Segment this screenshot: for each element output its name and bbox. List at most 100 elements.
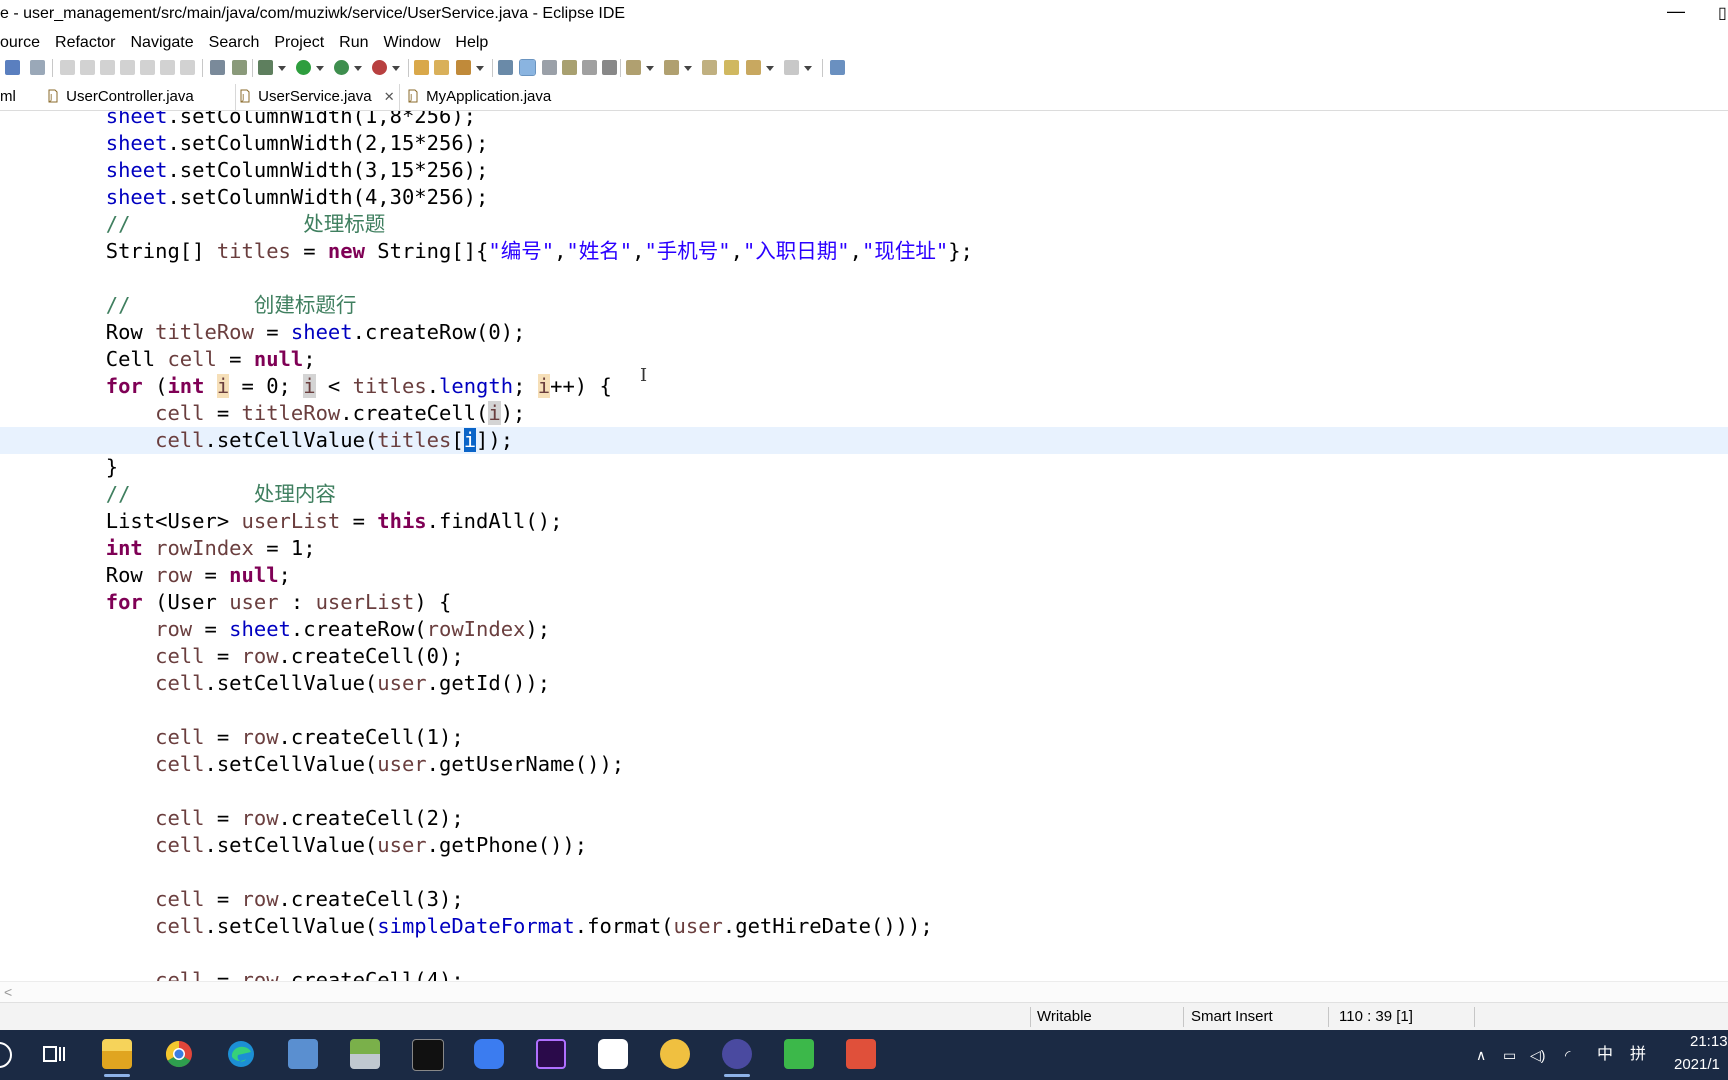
menu-source[interactable]: ource xyxy=(0,34,40,52)
code-line[interactable]: cell = row.createCell(4); xyxy=(0,967,1728,981)
resume-icon[interactable] xyxy=(60,60,75,75)
code-line[interactable]: Row titleRow = sheet.createRow(0); xyxy=(0,319,1728,346)
show-whitespace-icon[interactable] xyxy=(562,60,577,75)
premiere-icon[interactable] xyxy=(536,1039,566,1069)
scroll-left-icon[interactable]: < xyxy=(4,982,12,1002)
back-arrow-icon[interactable] xyxy=(746,60,761,75)
code-line[interactable] xyxy=(0,697,1728,724)
back-dropdown-icon[interactable] xyxy=(766,64,774,72)
menu-navigate[interactable]: Navigate xyxy=(131,34,194,52)
disconnect-icon[interactable] xyxy=(120,60,135,75)
task-view-icon[interactable] xyxy=(40,1039,70,1069)
code-line[interactable]: Row row = null; xyxy=(0,562,1728,589)
toggle-word-wrap-icon[interactable] xyxy=(582,60,597,75)
ime-mode[interactable]: 拼 xyxy=(1630,1030,1646,1080)
code-line-current[interactable]: cell.setCellValue(titles[i]); xyxy=(0,427,1728,454)
yellow-app-icon[interactable] xyxy=(660,1039,690,1069)
search-tool-icon[interactable] xyxy=(456,60,471,75)
suspend-icon[interactable] xyxy=(80,60,95,75)
code-line[interactable]: String[] titles = new String[]{"编号","姓名"… xyxy=(0,238,1728,265)
code-line[interactable] xyxy=(0,940,1728,967)
tab-ml[interactable]: ml xyxy=(0,84,16,110)
tab-my-application[interactable]: J MyApplication.java xyxy=(408,84,551,110)
run-icon[interactable] xyxy=(296,60,311,75)
terminal-icon[interactable] xyxy=(412,1039,444,1071)
code-line[interactable]: cell = titleRow.createCell(i); xyxy=(0,400,1728,427)
code-line[interactable]: cell = row.createCell(2); xyxy=(0,805,1728,832)
code-editor[interactable]: sheet.setColumnWidth(1,8*256); sheet.set… xyxy=(0,111,1728,981)
new-java-project-icon[interactable] xyxy=(414,60,429,75)
code-line[interactable] xyxy=(0,859,1728,886)
code-line[interactable]: // 处理内容 xyxy=(0,481,1728,508)
menu-window[interactable]: Window xyxy=(384,34,441,52)
code-line[interactable]: sheet.setColumnWidth(4,30*256); xyxy=(0,184,1728,211)
forward-dropdown-icon[interactable] xyxy=(804,64,812,72)
run-dropdown-icon[interactable] xyxy=(316,64,324,72)
run-server-dropdown-icon[interactable] xyxy=(354,64,362,72)
code-line[interactable]: cell.setCellValue(user.getUserName()); xyxy=(0,751,1728,778)
windows-start-icon[interactable] xyxy=(0,1042,12,1068)
external-tools-icon[interactable] xyxy=(372,60,387,75)
external-tools-dropdown-icon[interactable] xyxy=(392,64,400,72)
notes-app-icon[interactable] xyxy=(350,1039,380,1069)
code-line[interactable]: // 处理标题 xyxy=(0,211,1728,238)
ime-language[interactable]: 中 xyxy=(1597,1030,1613,1080)
step-into-icon[interactable] xyxy=(140,60,155,75)
code-line[interactable]: cell = row.createCell(0); xyxy=(0,643,1728,670)
feishu-icon[interactable] xyxy=(474,1039,504,1069)
terminate-icon[interactable] xyxy=(100,60,115,75)
paragraph-icon[interactable] xyxy=(602,60,617,75)
code-line[interactable]: for (int i = 0; i < titles.length; i++) … xyxy=(0,373,1728,400)
control-panel-icon[interactable] xyxy=(288,1039,318,1069)
code-line[interactable] xyxy=(0,265,1728,292)
clock-time[interactable]: 21:13 xyxy=(1690,1033,1728,1050)
toggle-block-selection-icon[interactable] xyxy=(542,60,557,75)
menu-refactor[interactable]: Refactor xyxy=(55,34,115,52)
back-icon[interactable] xyxy=(724,60,739,75)
debug-dropdown-icon[interactable] xyxy=(278,64,286,72)
eclipse-icon[interactable] xyxy=(722,1039,752,1077)
code-line[interactable]: sheet.setColumnWidth(2,15*256); xyxy=(0,130,1728,157)
code-line[interactable]: int rowIndex = 1; xyxy=(0,535,1728,562)
wifi-icon[interactable]: ◜ xyxy=(1565,1030,1570,1080)
menu-search[interactable]: Search xyxy=(209,34,260,52)
search-dropdown-icon[interactable] xyxy=(476,64,484,72)
forward-arrow-icon[interactable] xyxy=(784,60,799,75)
code-line[interactable] xyxy=(0,778,1728,805)
toggle-highlight-icon[interactable] xyxy=(519,59,536,76)
tab-user-controller[interactable]: J UserController.java xyxy=(48,84,194,110)
run-server-icon[interactable] xyxy=(334,60,349,75)
open-type-icon[interactable] xyxy=(434,60,449,75)
code-line[interactable]: cell = row.createCell(3); xyxy=(0,886,1728,913)
code-line[interactable]: row = sheet.createRow(rowIndex); xyxy=(0,616,1728,643)
next-annotation-dropdown-icon[interactable] xyxy=(646,64,654,72)
camtasia-green-icon[interactable] xyxy=(784,1039,814,1069)
code-line[interactable]: cell.setCellValue(user.getPhone()); xyxy=(0,832,1728,859)
code-line[interactable]: cell.setCellValue(user.getId()); xyxy=(0,670,1728,697)
maximize-button[interactable]: ▯ xyxy=(1718,4,1728,24)
toggle-mark-occurrences-icon[interactable] xyxy=(498,60,513,75)
use-step-filters-icon[interactable] xyxy=(210,60,225,75)
coverage-icon[interactable] xyxy=(232,60,247,75)
close-tab-icon[interactable]: ✕ xyxy=(384,89,395,104)
chrome-icon[interactable] xyxy=(164,1039,194,1069)
menu-project[interactable]: Project xyxy=(274,34,324,52)
typora-icon[interactable] xyxy=(598,1039,628,1069)
volume-icon[interactable]: ◁) xyxy=(1530,1030,1545,1080)
step-return-icon[interactable] xyxy=(180,60,195,75)
next-annotation-icon[interactable] xyxy=(626,60,641,75)
camtasia-red-icon[interactable] xyxy=(846,1039,876,1069)
previous-annotation-icon[interactable] xyxy=(664,60,679,75)
open-perspective-icon[interactable] xyxy=(830,60,845,75)
last-edit-location-icon[interactable] xyxy=(702,60,717,75)
tab-user-service[interactable]: J UserService.java ✕ xyxy=(235,84,400,110)
code-line[interactable]: for (User user : userList) { xyxy=(0,589,1728,616)
battery-icon[interactable]: ▭ xyxy=(1503,1030,1516,1080)
console-icon[interactable] xyxy=(5,60,20,75)
file-explorer-icon[interactable] xyxy=(102,1039,132,1077)
skip-breakpoints-icon[interactable] xyxy=(30,60,45,75)
code-line[interactable]: cell = row.createCell(1); xyxy=(0,724,1728,751)
show-hidden-icons-icon[interactable]: ∧ xyxy=(1476,1030,1486,1080)
debug-icon[interactable] xyxy=(258,60,273,75)
menu-run[interactable]: Run xyxy=(339,34,368,52)
